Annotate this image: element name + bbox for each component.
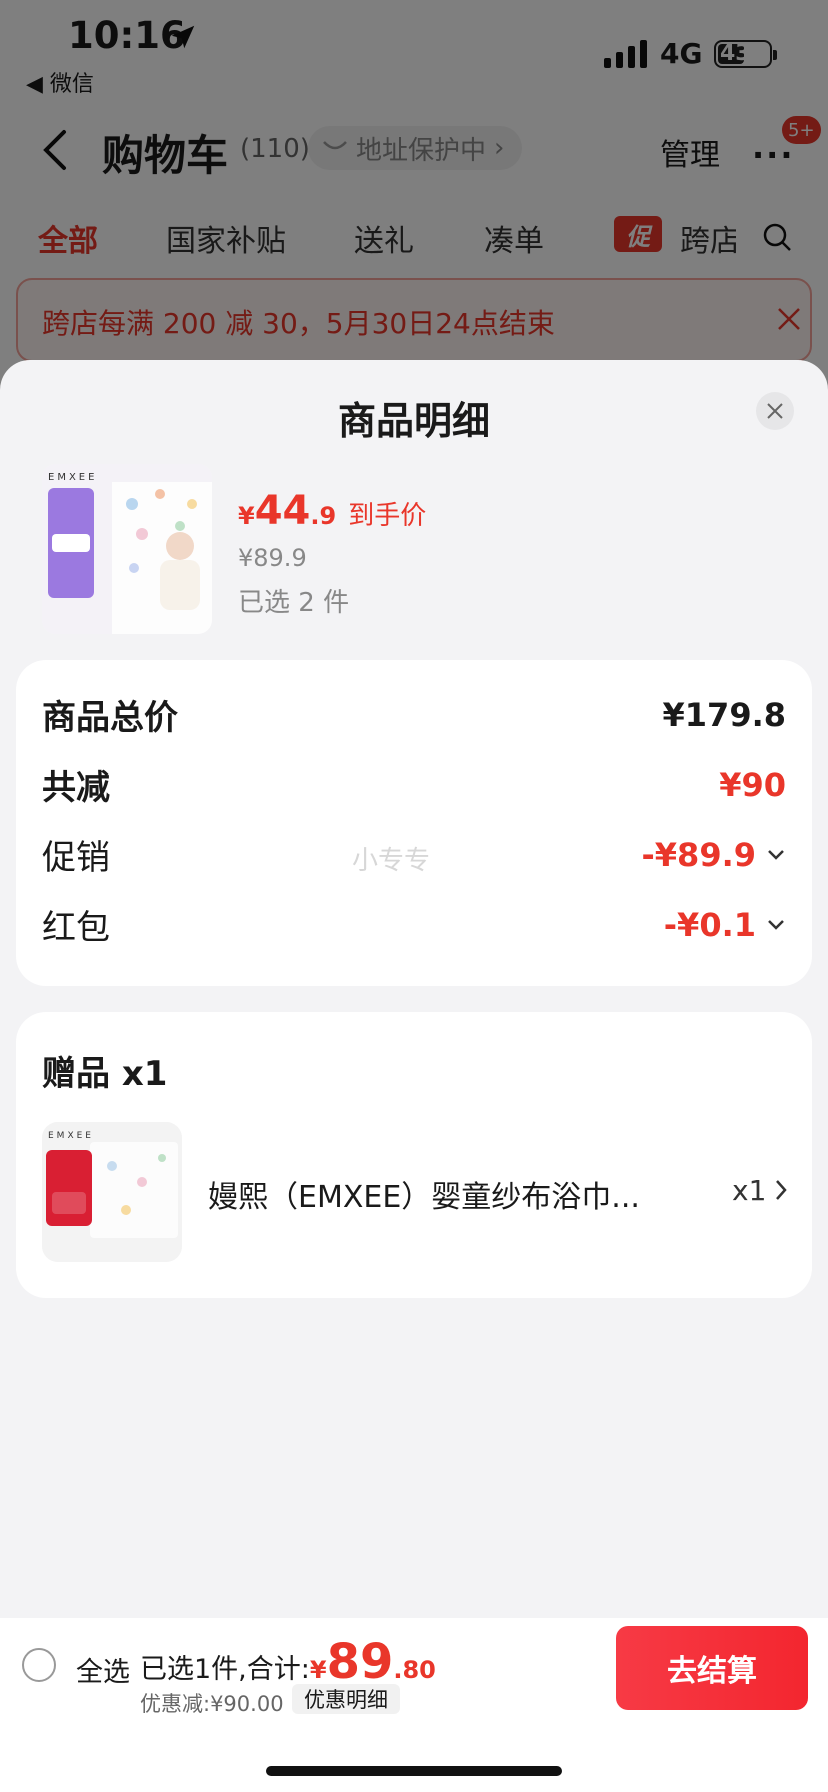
chevron-down-icon	[768, 919, 784, 930]
total-discount-row: 共减 ¥90	[42, 760, 786, 809]
total-discount-value: ¥90	[719, 765, 786, 804]
discount-detail-button[interactable]: 优惠明细	[292, 1684, 400, 1714]
price-decimal: .9	[310, 502, 337, 530]
sheet-title: 商品明细	[337, 399, 490, 443]
original-price: ¥89.9	[238, 544, 307, 572]
redpack-discount-value: -¥0.1	[663, 905, 756, 944]
price-summary-card: 商品总价 ¥179.8 共减 ¥90 小专专 促销 -¥89.9 红包 -¥0.…	[16, 660, 812, 986]
discount-amount: 优惠减:¥90.00	[140, 1692, 284, 1716]
home-indicator-area	[0, 1718, 828, 1792]
product-price: ¥ 44 .9 到手价	[238, 488, 426, 534]
chevron-down-icon	[768, 849, 784, 860]
close-icon	[767, 403, 783, 419]
home-indicator[interactable]	[266, 1766, 562, 1776]
svg-text:EMXEE: EMXEE	[48, 1131, 94, 1141]
product-detail-sheet: 商品明细 EMXEE ¥ 44 .9 到手价 ¥89.9 已选 2 件 商品总价…	[0, 360, 828, 1620]
total-decimal: .80	[393, 1656, 436, 1684]
sheet-close-button[interactable]	[756, 392, 794, 430]
checkout-button[interactable]: 去结算	[616, 1626, 808, 1710]
promo-discount-label: 促销	[42, 838, 110, 878]
select-all-checkbox[interactable]	[22, 1648, 56, 1682]
promo-discount-row[interactable]: 促销 -¥89.9	[42, 830, 786, 879]
promo-discount-value: -¥89.9	[641, 835, 757, 874]
towel-product-image: EMXEE	[42, 464, 212, 634]
price-label: 到手价	[348, 501, 427, 531]
total-price-row: 商品总价 ¥179.8	[42, 690, 786, 739]
product-image[interactable]: EMXEE	[42, 464, 212, 634]
checkout-bar: 全选 已选1件,合计: ¥ 89 .80 优惠减:¥90.00 优惠明细 去结算	[0, 1618, 828, 1718]
svg-text:EMXEE: EMXEE	[48, 472, 97, 483]
gift-name[interactable]: 嫚熙（EMXEE）婴童纱布浴巾...	[208, 1172, 648, 1216]
price-currency: ¥	[238, 502, 255, 530]
redpack-discount-row[interactable]: 红包 -¥0.1	[42, 900, 786, 949]
selection-total: 已选1件,合计: ¥ 89 .80	[140, 1634, 436, 1690]
chevron-right-icon[interactable]	[774, 1178, 788, 1202]
gift-quantity: x1	[732, 1174, 767, 1207]
total-currency: ¥	[309, 1656, 327, 1684]
total-price-value: ¥179.8	[662, 695, 786, 734]
gift-image[interactable]: EMXEE	[42, 1122, 182, 1262]
redpack-discount-label: 红包	[42, 908, 110, 948]
promo-discount-value-group: -¥89.9	[642, 836, 787, 874]
gift-card: 赠品 x1 EMXEE 嫚熙（EMXEE）婴童纱布浴巾... x1	[16, 1012, 812, 1298]
selected-text: 已选1件,合计:	[140, 1654, 310, 1685]
gift-towel-image: EMXEE	[42, 1122, 182, 1262]
price-integer: 44	[254, 488, 311, 534]
total-integer: 89	[326, 1634, 394, 1690]
redpack-discount-value-group: -¥0.1	[664, 906, 786, 944]
select-all-label[interactable]: 全选	[76, 1650, 130, 1689]
total-price-label: 商品总价	[42, 698, 178, 738]
selected-count: 已选 2 件	[238, 588, 350, 618]
total-discount-label: 共减	[42, 768, 110, 808]
gift-title: 赠品 x1	[42, 1054, 168, 1094]
